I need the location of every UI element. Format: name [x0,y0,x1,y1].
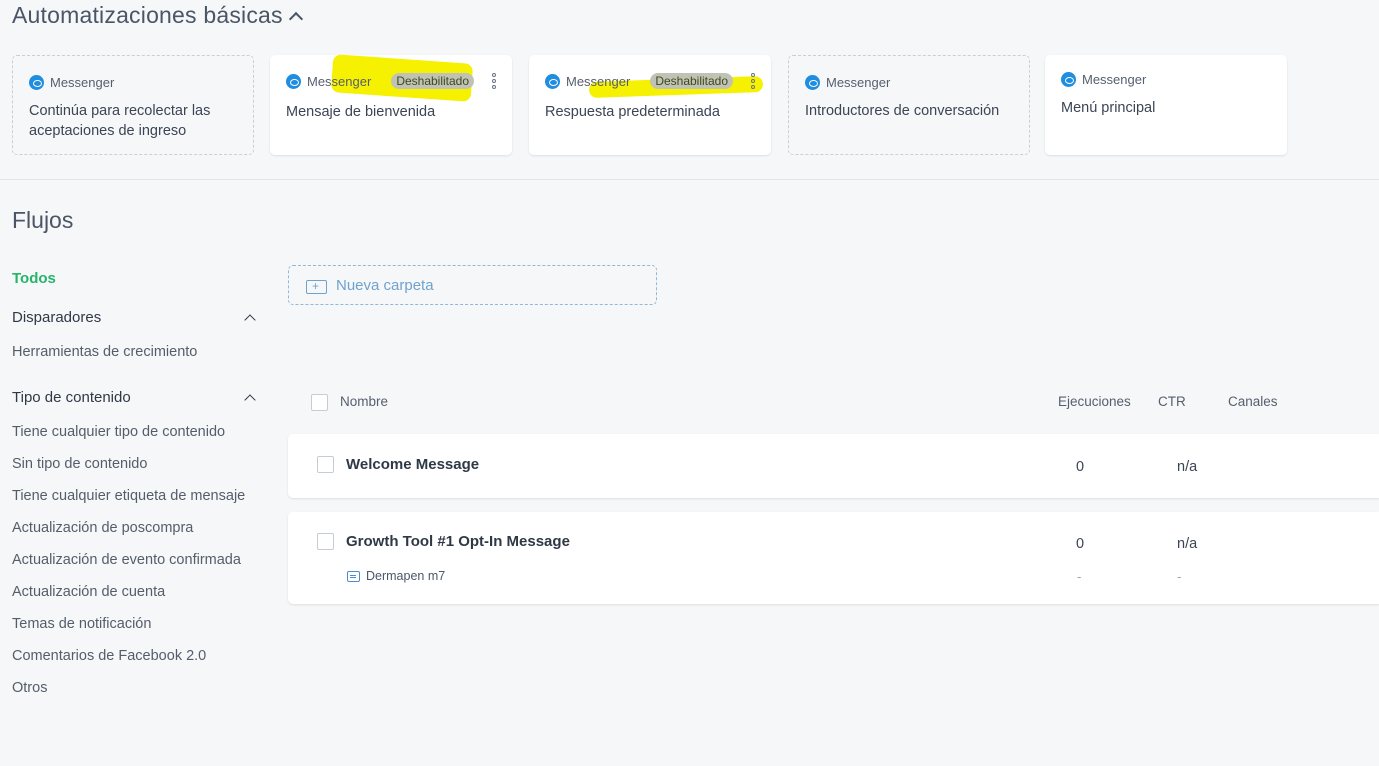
flow-name[interactable]: Welcome Message [346,456,479,473]
sidebar-item-notification-topics[interactable]: Temas de notificación [12,616,151,632]
flow-ctr: n/a [1177,459,1198,475]
sidebar-item-any-tag[interactable]: Tiene cualquier etiqueta de mensaje [12,488,245,504]
more-options-icon[interactable] [751,73,755,89]
sidebar-item-all[interactable]: Todos [12,270,56,287]
sidebar-item-others[interactable]: Otros [12,680,47,696]
messenger-icon [805,74,820,90]
new-folder-button[interactable]: Nueva carpeta [288,265,657,305]
card-channel-label: Messenger [50,74,115,90]
section-divider [0,179,1379,180]
card-channel-label: Messenger [307,73,372,89]
sidebar-group-triggers[interactable]: Disparadores [12,309,260,326]
flow-ctr: n/a [1177,536,1198,552]
more-options-icon[interactable] [492,73,496,89]
card-title: Mensaje de bienvenida [286,104,436,120]
messenger-icon [286,73,301,89]
sub-ctr: - [1177,569,1182,584]
disabled-badge: Deshabilitado [650,73,734,89]
chevron-up-icon[interactable] [244,393,256,406]
basic-automations-header[interactable]: Automatizaciones básicas [12,2,303,29]
row-checkbox[interactable] [317,533,334,550]
folder-plus-icon [306,278,327,294]
messenger-icon [1061,71,1076,87]
card-channel-label: Messenger [826,74,891,90]
flow-runs: 0 [1076,536,1085,552]
flows-title: Flujos [12,207,74,233]
sidebar-item-facebook-comments[interactable]: Comentarios de Facebook 2.0 [12,648,206,664]
messenger-icon [545,73,560,89]
messenger-icon [29,74,44,90]
card-opt-in-collection[interactable]: Messenger Continúa para recolectar las a… [12,55,254,155]
card-title: Menú principal [1061,100,1156,116]
column-header-channels: Canales [1228,394,1278,409]
column-header-ctr[interactable]: CTR [1158,394,1186,409]
card-welcome-message[interactable]: Messenger Deshabilitado Mensaje de bienv… [270,54,512,155]
sidebar-group-label: Tipo de contenido [12,389,131,406]
row-checkbox[interactable] [317,456,334,473]
card-default-reply[interactable]: Messenger Deshabilitado Respuesta predet… [529,55,771,155]
column-header-name[interactable]: Nombre [340,394,388,409]
card-title: Continúa para recolectar las aceptacione… [29,103,211,139]
chevron-up-icon[interactable] [288,11,303,26]
sidebar-item-event-confirmed[interactable]: Actualización de evento confirmada [12,552,241,568]
flow-runs: 0 [1076,459,1085,475]
select-all-checkbox[interactable] [311,394,328,411]
basic-automations-title: Automatizaciones básicas [12,2,283,28]
card-conversation-starters[interactable]: Messenger Introductores de conversación [788,55,1030,155]
sub-runs: - [1077,569,1082,584]
sidebar-item-account-update[interactable]: Actualización de cuenta [12,584,165,600]
growth-tool-label: Dermapen m7 [366,569,446,583]
card-channel-label: Messenger [1082,71,1147,87]
sidebar-item-post-purchase[interactable]: Actualización de poscompra [12,520,193,536]
card-title: Respuesta predeterminada [545,104,720,120]
sidebar-item-no-content[interactable]: Sin tipo de contenido [12,456,147,472]
sidebar-item-growth-tools[interactable]: Herramientas de crecimiento [12,344,197,360]
flow-name[interactable]: Growth Tool #1 Opt-In Message [346,533,570,550]
column-header-runs[interactable]: Ejecuciones [1058,394,1131,409]
card-title: Introductores de conversación [805,103,1000,119]
growth-tool-link[interactable]: Dermapen m7 [347,569,445,583]
disabled-badge: Deshabilitado [391,73,475,89]
sidebar-group-label: Disparadores [12,309,102,326]
chevron-up-icon[interactable] [244,313,256,326]
table-row[interactable] [288,512,1379,604]
sidebar-item-any-content[interactable]: Tiene cualquier tipo de contenido [12,424,225,440]
sidebar-group-content-type[interactable]: Tipo de contenido [12,389,260,406]
card-main-menu[interactable]: Messenger Menú principal [1045,55,1287,155]
growth-tool-icon [347,570,360,582]
new-folder-label: Nueva carpeta [336,276,434,294]
card-channel-label: Messenger [566,73,631,89]
